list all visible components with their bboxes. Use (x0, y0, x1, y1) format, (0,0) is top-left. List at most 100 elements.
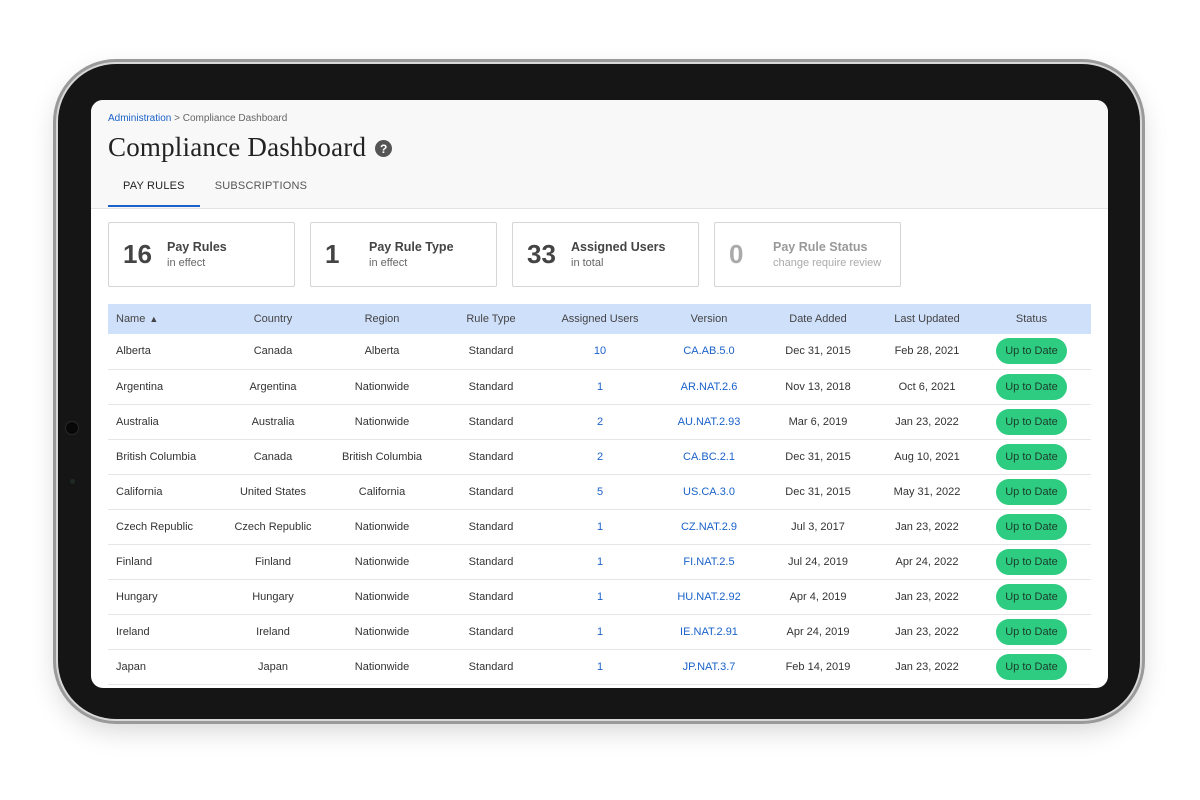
cell-rule-type: Standard (468, 555, 514, 568)
cell-country: Czech Republic (234, 520, 312, 533)
cell-rule-type: Standard (468, 485, 514, 498)
breadcrumb-link-administration[interactable]: Administration (108, 113, 171, 124)
version-link[interactable]: AR.NAT.2.6 (681, 381, 738, 393)
card-sublabel: in total (571, 257, 604, 269)
assigned-users-link[interactable]: 1 (597, 661, 603, 673)
column-header-name[interactable]: Name ▲ (108, 304, 228, 334)
column-header-region[interactable]: Region (318, 304, 446, 334)
table-row[interactable]: Finland Finland Nationwide Standard 1 FI.NAT.… (108, 544, 1091, 579)
cell-name: Australia (116, 415, 159, 428)
cell-version: HU.NAT.2.92 (664, 579, 754, 614)
sort-ascending-icon: ▲ (149, 314, 159, 324)
table-row[interactable]: Alberta Canada Alberta Standard 10 CA.AB.5.0 D… (108, 334, 1091, 369)
cell-country: Argentina (249, 380, 297, 393)
tab-subscriptions[interactable]: SUBSCRIPTIONS (200, 172, 322, 207)
version-link[interactable]: CA.AB.5.0 (683, 345, 734, 357)
column-header-date-added[interactable]: Date Added (754, 304, 882, 334)
cell-name: California (116, 485, 163, 498)
column-header-label: Name (116, 313, 146, 325)
assigned-users-link[interactable]: 1 (597, 556, 603, 568)
assigned-users-link[interactable]: 1 (597, 381, 603, 393)
column-header-assigned-users[interactable]: Assigned Users (536, 304, 664, 334)
table-row[interactable]: California United States California Standar… (108, 474, 1091, 509)
assigned-users-link[interactable]: 10 (594, 345, 606, 357)
cell-region: British Columbia (341, 450, 423, 463)
version-link[interactable]: JP.NAT.3.7 (683, 661, 736, 673)
assigned-users-link[interactable]: 1 (597, 591, 603, 603)
question-circle-icon[interactable]: ? (375, 140, 393, 157)
card-pay-rule-type: 1 Pay Rule Type in effect (310, 222, 497, 287)
cell-last-updated: Jan 23, 2022 (895, 590, 959, 603)
cell-region: Nationwide (354, 660, 410, 673)
version-link[interactable]: US.CA.3.0 (683, 486, 735, 498)
cell-rule-type: Standard (468, 520, 514, 533)
column-header-status[interactable]: Status (972, 304, 1091, 334)
cell-last-updated: Oct 6, 2021 (898, 380, 956, 393)
table-row[interactable]: Japan Japan Nationwide Standard 1 JP.NAT.3.7 F… (108, 649, 1091, 684)
assigned-users-link[interactable]: 2 (597, 416, 603, 428)
cell-last-updated: Apr 24, 2022 (895, 555, 959, 568)
cell-assigned-users: 2 (536, 404, 664, 439)
cell-assigned-users: 1 (536, 369, 664, 404)
cell-assigned-users: 1 (536, 544, 664, 579)
cell-name: Finland (116, 555, 153, 568)
version-link[interactable]: AU.NAT.2.93 (678, 416, 741, 428)
card-label: Pay Rule Type (369, 240, 454, 254)
column-header-country[interactable]: Country (228, 304, 318, 334)
cell-status: Up to Date (972, 439, 1091, 474)
version-link[interactable]: HU.NAT.2.92 (677, 591, 740, 603)
camera-icon (66, 422, 78, 434)
table-row[interactable]: Australia Australia Nationwide Standard 2 AU.… (108, 404, 1091, 439)
card-label: Pay Rule Status (773, 240, 868, 254)
version-link[interactable]: CZ.NAT.2.9 (681, 521, 737, 533)
cell-date-added: Apr 24, 2019 (786, 625, 850, 638)
cell-assigned-users: 2 (536, 439, 664, 474)
cell-date-added: Jul 3, 2017 (791, 520, 845, 533)
status-badge: Up to Date (996, 338, 1067, 365)
cell-date-added: Jul 24, 2019 (788, 555, 848, 568)
cell-date-added: Apr 4, 2019 (789, 590, 847, 603)
cell-assigned-users: 1 (536, 649, 664, 684)
cell-name: Czech Republic (116, 520, 194, 533)
cell-country: United States (239, 485, 307, 498)
cell-status: Up to Date (972, 404, 1091, 439)
breadcrumb: Administration > Compliance Dashboard (108, 113, 287, 124)
tab-pay-rules[interactable]: PAY RULES (108, 172, 200, 207)
card-value: 0 (729, 239, 744, 269)
cell-version: US.CA.3.0 (664, 474, 754, 509)
column-header-version[interactable]: Version (664, 304, 754, 334)
status-badge: Up to Date (996, 513, 1067, 540)
card-sublabel: in effect (369, 257, 408, 269)
version-link[interactable]: IE.NAT.2.91 (680, 626, 738, 638)
status-badge: Up to Date (996, 618, 1067, 645)
assigned-users-link[interactable]: 1 (597, 626, 603, 638)
card-pay-rule-status: 0 Pay Rule Status change require review (714, 222, 901, 287)
cell-last-updated: Aug 10, 2021 (894, 450, 960, 463)
breadcrumb-current: Compliance Dashboard (182, 113, 288, 124)
table-row[interactable]: British Columbia Canada British Columbia St… (108, 439, 1091, 474)
assigned-users-link[interactable]: 2 (597, 451, 603, 463)
status-badge: Up to Date (996, 443, 1067, 470)
version-link[interactable]: CA.BC.2.1 (683, 451, 735, 463)
cell-status: Up to Date (972, 334, 1091, 369)
tablet-frame: Administration > Compliance Dashboard Co… (58, 64, 1140, 719)
card-text: Pay Rule Status change require review (773, 240, 881, 269)
cell-region: Nationwide (354, 625, 410, 638)
cell-name: British Columbia (116, 450, 197, 463)
status-badge: Up to Date (996, 548, 1067, 575)
table-row[interactable]: Ireland Ireland Nationwide Standard 1 IE.NAT.… (108, 614, 1091, 649)
cell-last-updated: May 31, 2022 (893, 485, 961, 498)
cell-status: Up to Date (972, 649, 1091, 684)
cell-date-added: Feb 14, 2019 (785, 660, 851, 673)
column-header-rule-type[interactable]: Rule Type (446, 304, 536, 334)
version-link[interactable]: FI.NAT.2.5 (683, 556, 734, 568)
assigned-users-link[interactable]: 1 (597, 521, 603, 533)
assigned-users-link[interactable]: 5 (597, 486, 603, 498)
column-header-last-updated[interactable]: Last Updated (882, 304, 972, 334)
sensor-dot (70, 479, 75, 484)
card-label: Pay Rules (167, 240, 227, 254)
table-row[interactable]: Argentina Argentina Nationwide Standard 1 AR.… (108, 369, 1091, 404)
table-row[interactable]: Czech Republic Czech Republic Nationwide St… (108, 509, 1091, 544)
cell-name: Argentina (116, 380, 164, 393)
table-row[interactable]: Hungary Hungary Nationwide Standard 1 HU.NAT.… (108, 579, 1091, 614)
